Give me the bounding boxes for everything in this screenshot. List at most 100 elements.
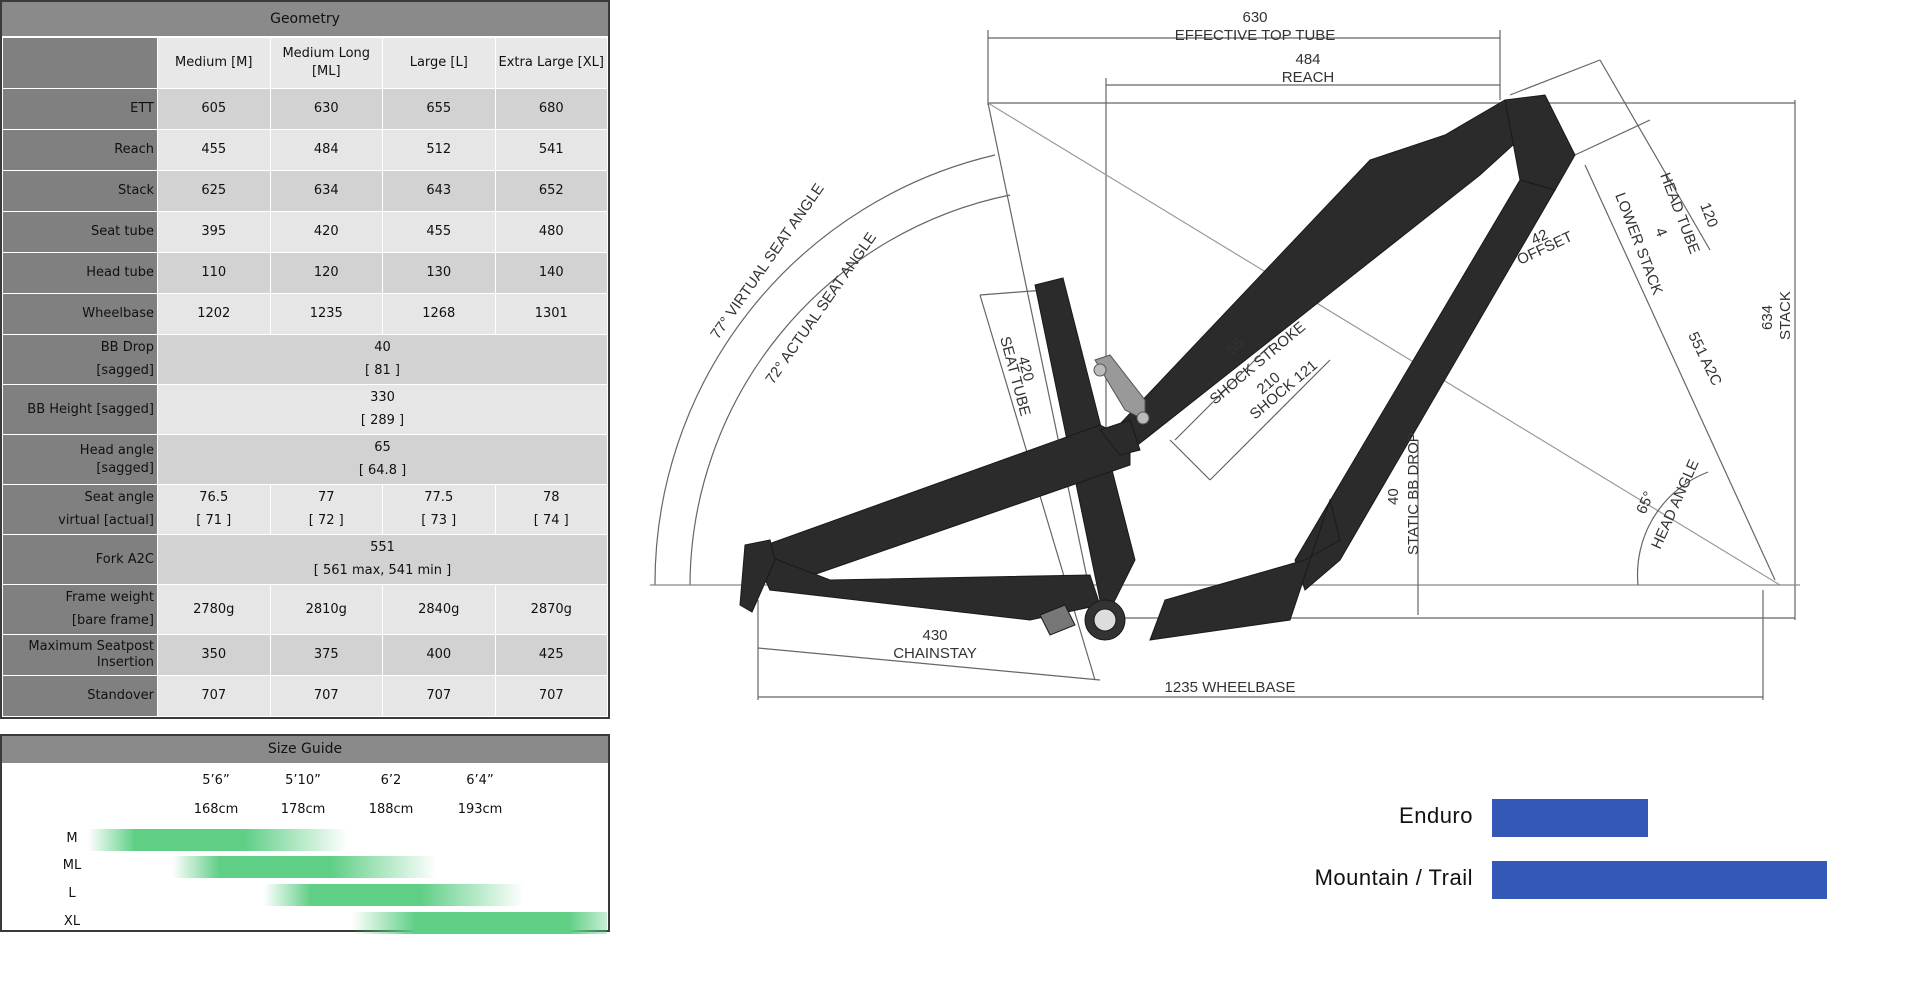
row-label: Seat tube (2, 211, 158, 253)
row-label: Standover (2, 675, 158, 717)
cell: 512 (382, 129, 496, 171)
bb-drop-label: STATIC BB DROP (1405, 432, 1422, 555)
merged-value: 330 (370, 390, 395, 405)
cell: 707 (157, 675, 271, 717)
cell: 77.5 [ 73 ] (382, 484, 496, 535)
rocker-pivot-icon (1093, 363, 1107, 377)
ett-value: 630 (1242, 9, 1267, 26)
height-ft-label: 5’6” (202, 773, 230, 788)
cell: 707 (382, 675, 496, 717)
row-wheelbase: Wheelbase 1202 1235 1268 1301 (2, 293, 608, 335)
row-bb-drop: BB Drop [sagged] 40 [ 81 ] (2, 334, 608, 385)
cell: 480 (494, 211, 608, 253)
geometry-title: Geometry (2, 2, 608, 37)
cell: 1235 (269, 293, 383, 335)
row-frame-weight: Frame weight [bare frame] 2780g 2810g 284… (2, 584, 608, 635)
cell: 630 (269, 88, 383, 130)
row-label: Maximum Seatpost Insertion (2, 634, 158, 676)
cell: 77 [ 72 ] (269, 484, 383, 535)
row-label-line1: Maximum Seatpost (28, 639, 154, 655)
row-seat-angle: Seat angle virtual [actual] 76.5 [ 71 ] 77… (2, 484, 608, 535)
row-bb-height: BB Height [sagged] 330 [ 289 ] (2, 384, 608, 435)
cell: 2870g (494, 584, 608, 635)
cell-sub: [ 72 ] (308, 513, 344, 529)
row-label: Wheelbase (2, 293, 158, 335)
row-label: Stack (2, 170, 158, 212)
height-ft-label: 6’4” (466, 773, 494, 788)
cell: 455 (382, 211, 496, 253)
size-label-xl: XL (63, 914, 81, 929)
row-seat-tube: Seat tube 395 420 455 480 (2, 211, 608, 253)
row-label-line2: Insertion (96, 655, 154, 670)
row-head-tube: Head tube 110 120 130 140 (2, 252, 608, 294)
cell: 120 (269, 252, 383, 294)
a2c-label: 551 A2C (1684, 329, 1725, 388)
head-tube (1504, 94, 1576, 191)
merged-value: 65 (374, 440, 391, 455)
chainstay-value: 430 (922, 627, 947, 644)
head-tube-value: 120 (1696, 200, 1721, 229)
merged-value: 551 (370, 540, 395, 555)
bike-frame (739, 94, 1576, 641)
merged-cell: 551 [ 561 max, 541 min ] (157, 534, 608, 585)
row-standover: Standover 707 707 707 707 (2, 675, 608, 717)
row-label: BB Height [sagged] (2, 384, 158, 435)
size-label-ml: ML (62, 858, 82, 873)
row-stack: Stack 625 634 643 652 (2, 170, 608, 212)
shock-ext-1 (1169, 439, 1211, 481)
row-label: Head tube (2, 252, 158, 294)
row-max-seatpost: Maximum Seatpost Insertion 350 375 400 42… (2, 634, 608, 676)
cell: 350 (157, 634, 271, 676)
seat-stay (751, 424, 1131, 591)
cell: 400 (382, 634, 496, 676)
cell: 395 (157, 211, 271, 253)
height-cm-label: 188cm (368, 802, 414, 817)
stack-label: STACK (1777, 291, 1794, 340)
size-header-ml: Medium Long [ML] (269, 37, 383, 89)
frame-geometry-diagram: 630 EFFECTIVE TOP TUBE 484 REACH 120 HEA… (650, 9, 1800, 700)
row-label: Head angle [sagged] (2, 434, 158, 485)
size-label-l: L (68, 886, 76, 901)
seat-tube-ext-top (979, 289, 1046, 296)
row-label-line1: Seat angle (84, 490, 154, 505)
row-label-line1: BB Drop (100, 340, 154, 355)
head-tube-ext-top (1509, 59, 1601, 96)
merged-sub: [ 64.8 ] (358, 463, 407, 479)
wheelbase-label: 1235 WHEELBASE (1165, 679, 1296, 696)
merged-value: 40 (374, 340, 391, 355)
geometry-table-panel: Geometry Medium [M] Medium Long [ML] Lar… (0, 0, 610, 719)
merged-cell: 65 [ 64.8 ] (157, 434, 608, 485)
stack-value: 634 (1759, 305, 1776, 330)
height-cm-label: 168cm (193, 802, 239, 817)
ett-label: EFFECTIVE TOP TUBE (1175, 27, 1336, 44)
row-label: Fork A2C (2, 534, 158, 585)
legend-bar-enduro (1492, 799, 1648, 837)
height-cm-label: 193cm (457, 802, 503, 817)
cell: 110 (157, 252, 271, 294)
reach-label: REACH (1282, 69, 1335, 86)
head-tube-dimension-line (1599, 59, 1711, 251)
cell: 634 (269, 170, 383, 212)
row-label-line2: [sagged] (96, 363, 154, 379)
cell: 625 (157, 170, 271, 212)
bottom-bracket-bore (1093, 608, 1117, 632)
cell: 605 (157, 88, 271, 130)
cell: 1202 (157, 293, 271, 335)
row-label: Seat angle virtual [actual] (2, 484, 158, 535)
row-fork-a2c: Fork A2C 551 [ 561 max, 541 min ] (2, 534, 608, 585)
row-label: Reach (2, 129, 158, 171)
legend-label-mountain-trail: Mountain / Trail (1314, 865, 1473, 890)
size-guide-panel: Size Guide 5’6” 5’10” 6’2 6’4” 168cm 178… (0, 734, 610, 934)
cell: 455 (157, 129, 271, 171)
lower-stack-value: 4 (1651, 225, 1670, 239)
cell: 680 (494, 88, 608, 130)
cell: 420 (269, 211, 383, 253)
header-blank-cell (2, 37, 158, 89)
size-header-m: Medium [M] (157, 37, 271, 89)
cell: 643 (382, 170, 496, 212)
cell-value: 77.5 (424, 490, 454, 505)
height-cm-label: 178cm (280, 802, 326, 817)
merged-sub: [ 289 ] (360, 413, 405, 429)
cell: 425 (494, 634, 608, 676)
lower-stack-ext (1574, 119, 1651, 156)
